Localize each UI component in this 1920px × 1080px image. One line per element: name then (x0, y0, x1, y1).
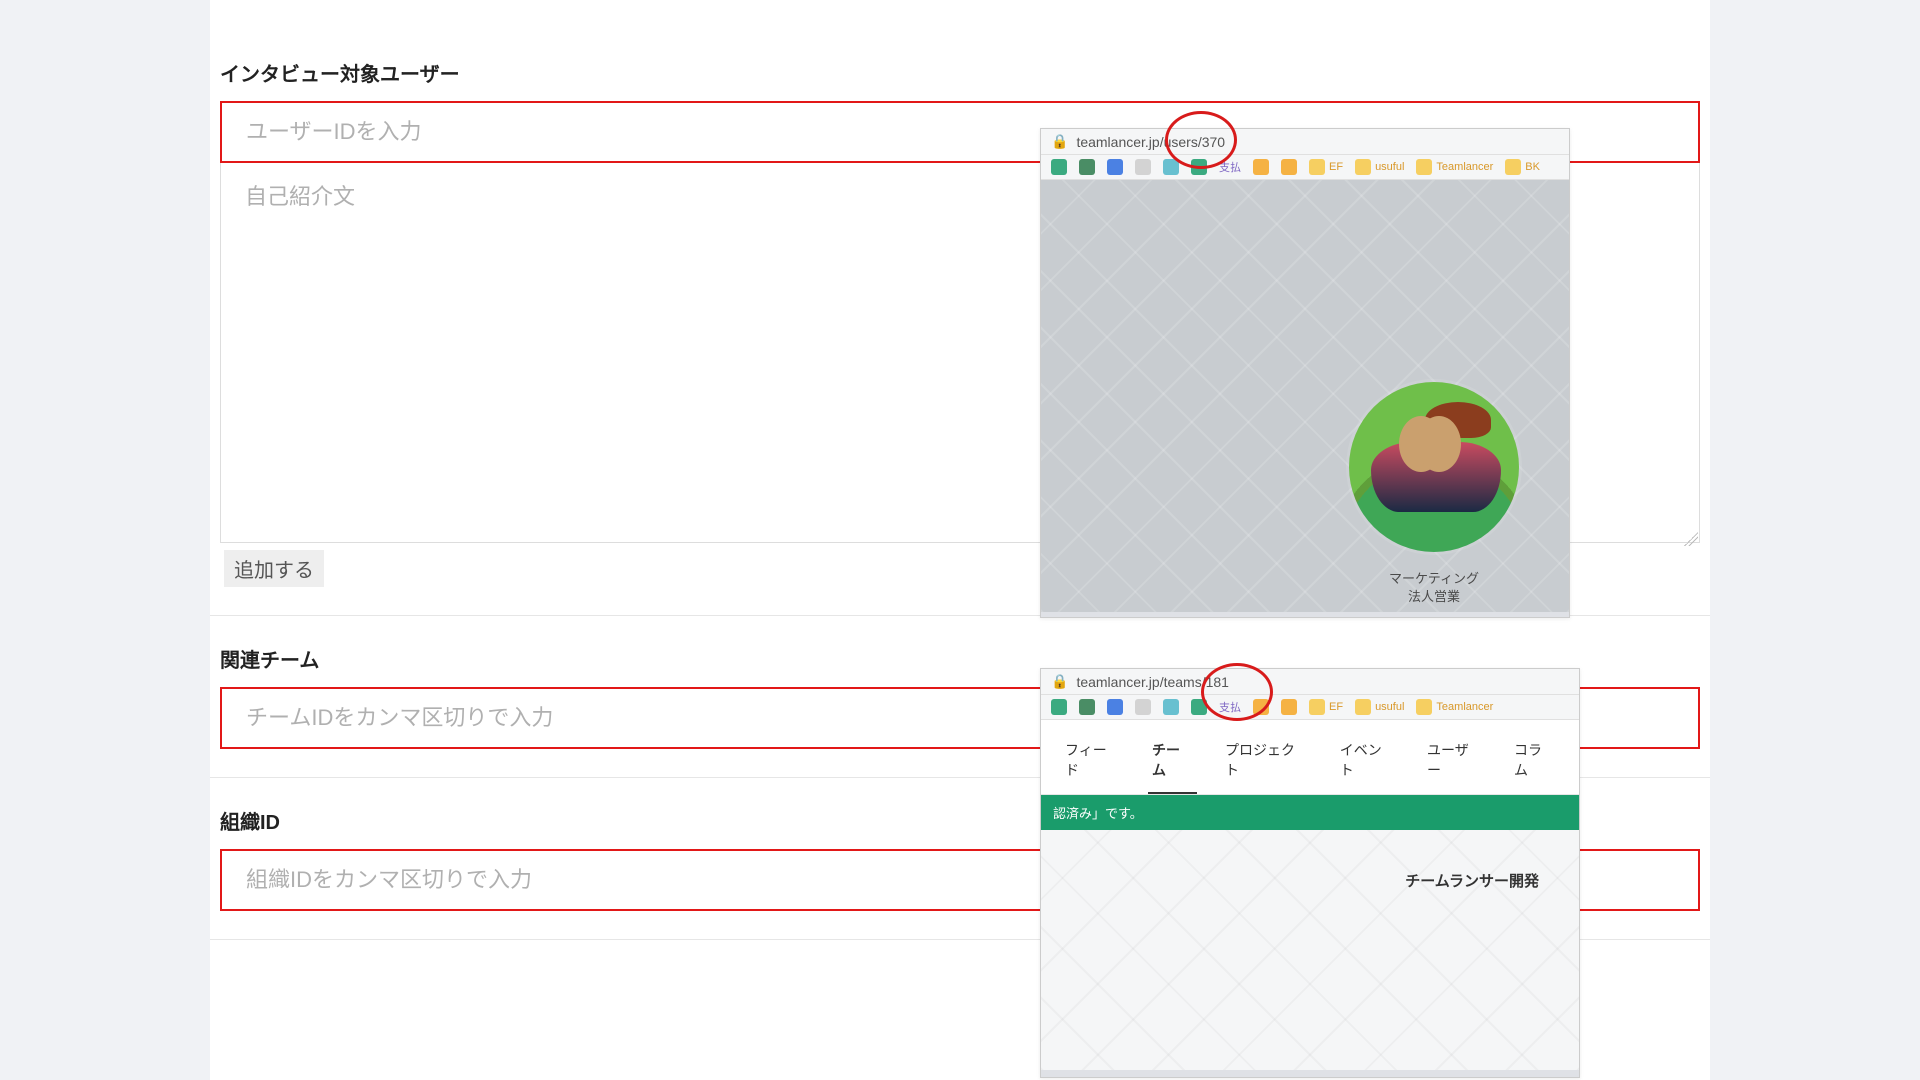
avatar-hair-shape (1425, 402, 1491, 438)
add-button[interactable]: 追加する (224, 550, 324, 587)
lock-icon: 🔒 (1051, 673, 1068, 690)
avatar (1349, 382, 1519, 552)
bookmark-icon (1051, 699, 1067, 715)
url-text: teamlancer.jp/users/370 (1076, 134, 1225, 150)
bookmark-icon (1281, 159, 1297, 175)
screenshot-user-profile: 🔒 teamlancer.jp/users/370 支払 EF usuful T… (1040, 128, 1570, 618)
browser-address-bar: 🔒 teamlancer.jp/teams/181 (1041, 669, 1579, 695)
bookmark-icon (1191, 699, 1207, 715)
bookmark-icon (1253, 159, 1269, 175)
form-panel: インタビュー対象ユーザー 追加する 関連チーム 組織ID 🔒 teamlanc (210, 0, 1710, 1080)
tab-column[interactable]: コラム (1510, 730, 1559, 794)
screenshot-team-page: 🔒 teamlancer.jp/teams/181 支払 EF usuful T… (1040, 668, 1580, 1078)
bookmark-item: EF (1309, 159, 1343, 175)
bookmark-icon (1163, 159, 1179, 175)
lock-icon: 🔒 (1051, 133, 1068, 150)
tab-user[interactable]: ユーザー (1423, 730, 1486, 794)
caption-line: マーケティング (1339, 570, 1529, 588)
bookmark-icon (1135, 699, 1151, 715)
team-content: チームランサー開発 (1041, 830, 1579, 1070)
bookmark-icon (1163, 699, 1179, 715)
bookmark-icon (1079, 159, 1095, 175)
bookmark-icon (1281, 699, 1297, 715)
resize-handle-icon[interactable] (1684, 532, 1698, 546)
avatar-caption: マーケティング 法人営業 (1339, 570, 1529, 606)
tab-project[interactable]: プロジェクト (1221, 730, 1312, 794)
bookmark-item: Teamlancer (1416, 699, 1493, 715)
team-name: チームランサー開発 (1405, 870, 1539, 891)
browser-bookmark-bar: 支払 EF usuful Teamlancer BK (1041, 155, 1569, 180)
bookmark-item: usuful (1355, 699, 1404, 715)
bookmark-icon (1135, 159, 1151, 175)
label-interview-user: インタビュー対象ユーザー (220, 58, 1700, 87)
bookmark-icon (1079, 699, 1095, 715)
tab-team[interactable]: チーム (1148, 730, 1197, 794)
bookmark-icon (1051, 159, 1067, 175)
nav-tabs: フィード チーム プロジェクト イベント ユーザー コラム (1041, 720, 1579, 795)
bookmark-item: usuful (1355, 159, 1404, 175)
bookmark-item: Teamlancer (1416, 159, 1493, 175)
bookmark-item: BK (1505, 159, 1540, 175)
caption-line: 法人営業 (1339, 588, 1529, 606)
url-text: teamlancer.jp/teams/181 (1076, 674, 1229, 690)
bookmark-icon (1253, 699, 1269, 715)
bookmark-item: 支払 (1219, 159, 1241, 175)
bookmark-icon (1107, 699, 1123, 715)
page-root: インタビュー対象ユーザー 追加する 関連チーム 組織ID 🔒 teamlanc (0, 0, 1920, 1080)
bookmark-item: 支払 (1219, 699, 1241, 715)
bookmark-icon (1191, 159, 1207, 175)
browser-address-bar: 🔒 teamlancer.jp/users/370 (1041, 129, 1569, 155)
browser-bookmark-bar: 支払 EF usuful Teamlancer (1041, 695, 1579, 720)
bookmark-item: EF (1309, 699, 1343, 715)
bookmark-icon (1107, 159, 1123, 175)
profile-content: マーケティング 法人営業 (1041, 180, 1569, 612)
tab-event[interactable]: イベント (1336, 730, 1399, 794)
status-banner: 認済み」です。 (1041, 795, 1579, 830)
tab-feed[interactable]: フィード (1061, 730, 1124, 794)
